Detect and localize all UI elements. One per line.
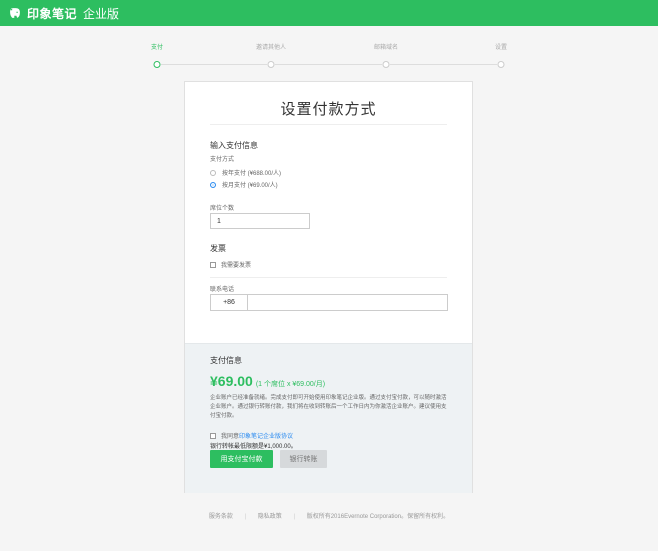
bank-transfer-minimum-note: 银行转帐最低限额是¥1,000.00。 (210, 444, 297, 450)
invoice-checkbox-label: 我需要发票 (221, 263, 252, 269)
seats-label: 席位个数 (210, 206, 235, 212)
step-dot-email-domain (382, 61, 390, 68)
progress-stepper: 支付 邀请其他人 邮箱域名 设置 (150, 42, 510, 72)
agreement-prefix: 我同意 (221, 434, 240, 440)
step-connector (161, 64, 267, 65)
step-dot-payment (153, 61, 161, 68)
step-label-settings: 设置 (494, 45, 508, 51)
monthly-payment-option[interactable]: 按月支付 (¥69.00/人) (210, 180, 278, 189)
step-label-email-domain: 邮箱域名 (373, 45, 399, 51)
payment-setup-card: 设置付款方式 输入支付信息 支付方式 按年支付 (¥688.00/人) 按月支付… (184, 81, 473, 493)
price-summary: ¥69.00 (1 个席位 x ¥69.00/月) (210, 373, 325, 389)
page-title: 设置付款方式 (280, 101, 377, 118)
invoice-option[interactable]: 我需要发票 (210, 260, 251, 269)
country-code-select[interactable]: +86 (211, 295, 248, 310)
step-connector (275, 64, 382, 65)
brand-edition: 企业版 (83, 6, 120, 21)
privacy-link[interactable]: 隐私政策 (258, 514, 282, 520)
invoice-section-heading: 发票 (210, 244, 226, 253)
monthly-radio[interactable] (210, 181, 216, 188)
phone-label: 联系电话 (210, 287, 235, 293)
phone-input[interactable] (248, 295, 447, 310)
footer-divider: | (293, 514, 296, 520)
annual-payment-option[interactable]: 按年支付 (¥688.00/人) (210, 168, 281, 177)
copyright-text: 版权所有2016Evernote Corporation。保留所有权利。 (306, 514, 450, 520)
brand-logo[interactable]: 印象笔记 企业版 (8, 5, 119, 22)
step-label-payment: 支付 (150, 45, 164, 51)
total-price: ¥69.00 (210, 373, 253, 389)
agreement-link[interactable]: 印象笔记企业版协议 (239, 431, 293, 440)
agreement-checkbox[interactable] (210, 432, 216, 439)
alipay-pay-button[interactable]: 用支付宝付款 (210, 450, 273, 468)
brand-name: 印象笔记 (27, 6, 78, 21)
price-breakdown: (1 个席位 x ¥69.00/月) (255, 381, 326, 388)
payment-section-heading: 输入支付信息 (210, 141, 258, 150)
payment-description: 企业账户已经准备就绪。完成支付即可开始使用印象笔记企业版。通过支付宝付款，可以随… (210, 395, 447, 419)
annual-option-label: 按年支付 (¥688.00/人) (222, 171, 282, 177)
divider (210, 124, 447, 125)
invoice-checkbox[interactable] (210, 261, 216, 268)
monthly-option-label: 按月支付 (¥69.00/人) (222, 183, 278, 189)
bank-transfer-button[interactable]: 银行转账 (280, 450, 327, 468)
payment-summary-panel: 支付信息 ¥69.00 (1 个席位 x ¥69.00/月) 企业账户已经准备就… (185, 343, 472, 493)
page-footer: 服务条款 | 隐私政策 | 版权所有2016Evernote Corporati… (0, 511, 658, 520)
step-label-invite: 邀请其他人 (255, 45, 287, 51)
phone-field: +86 (210, 294, 448, 311)
elephant-logo-icon (10, 8, 20, 18)
agreement-option[interactable]: 我同意 印象笔记企业版协议 (210, 431, 293, 440)
annual-radio[interactable] (210, 169, 216, 176)
payment-info-heading: 支付信息 (210, 356, 242, 365)
seats-input[interactable]: 1 (210, 213, 310, 229)
step-connector (390, 64, 497, 65)
footer-divider: | (244, 514, 247, 520)
payment-method-label: 支付方式 (210, 157, 235, 163)
divider (210, 277, 447, 278)
terms-link[interactable]: 服务条款 (209, 514, 233, 520)
top-header-bar: 印象笔记 企业版 (0, 0, 658, 26)
step-dot-settings (497, 61, 505, 68)
step-dot-invite (267, 61, 275, 68)
